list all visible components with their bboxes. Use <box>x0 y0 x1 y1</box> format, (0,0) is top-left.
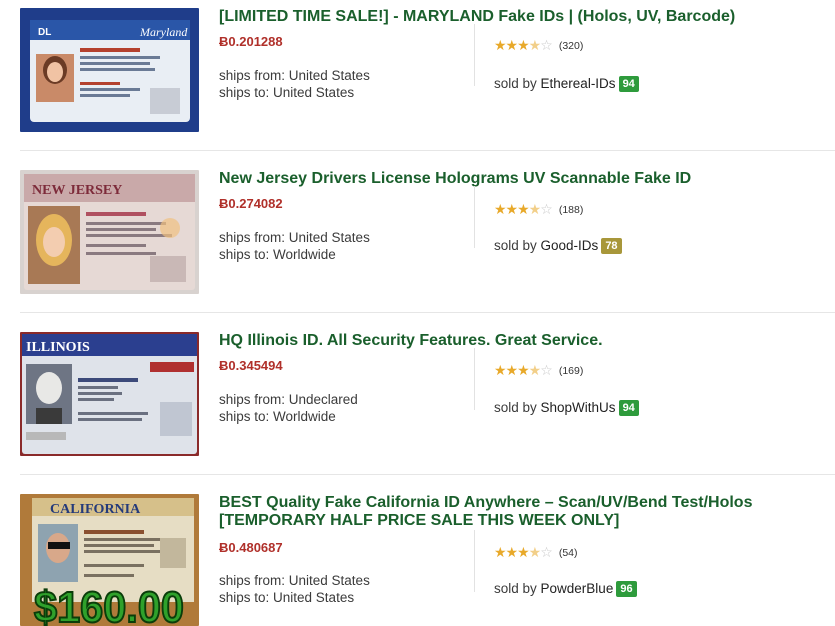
listing-price: Ƀ0.345494 <box>219 358 283 373</box>
listing-item: CALIFORNIA $160.00 BEST Quality Fake Cal… <box>0 486 835 626</box>
listing-title[interactable]: New Jersey Drivers License Holograms UV … <box>219 170 835 188</box>
listing-item: DL Maryland [LIMITED TIME SALE!] - MARYL… <box>0 0 835 162</box>
price-overlay-text: $160.00 <box>34 583 184 626</box>
vendor-link[interactable]: PowderBlue <box>541 581 614 596</box>
id-card-image: NEW JERSEY <box>20 170 199 294</box>
listing-image-illinois-id[interactable]: ILLINOIS <box>20 332 199 456</box>
id-card-label: DL <box>38 27 51 38</box>
ships-to: ships to: Worldwide <box>219 409 336 424</box>
review-count: (320) <box>558 40 584 52</box>
vendor-score-badge: 78 <box>601 238 622 254</box>
listing-price: Ƀ0.274082 <box>219 196 283 211</box>
review-count: (54) <box>558 547 578 559</box>
rating: ★★★★☆ (169) <box>494 363 583 379</box>
rating: ★★★★☆ (320) <box>494 38 583 54</box>
star-rating-icon: ★★★★☆ <box>494 37 553 53</box>
id-card-state: CALIFORNIA <box>50 502 141 517</box>
id-card-state: Maryland <box>139 25 188 39</box>
listing-price: Ƀ0.480687 <box>219 540 283 555</box>
listing-title[interactable]: [LIMITED TIME SALE!] - MARYLAND Fake IDs… <box>219 8 835 26</box>
ships-to: ships to: United States <box>219 590 355 605</box>
listing-image-california-id[interactable]: CALIFORNIA $160.00 <box>20 494 199 626</box>
vendor-link[interactable]: Good-IDs <box>541 238 599 253</box>
listing-title[interactable]: HQ Illinois ID. All Security Features. G… <box>219 332 835 350</box>
vendor-info: sold by PowderBlue 96 <box>494 580 637 598</box>
review-count: (188) <box>558 204 584 216</box>
listing-image-new-jersey-id[interactable]: NEW JERSEY <box>20 170 199 294</box>
star-rating-icon: ★★★★☆ <box>494 201 553 217</box>
id-card-image: DL Maryland <box>20 8 199 132</box>
vendor-score-badge: 96 <box>616 581 637 597</box>
id-card-image: ILLINOIS <box>20 332 199 456</box>
star-rating-icon: ★★★★☆ <box>494 362 553 378</box>
listing-divider <box>20 150 835 151</box>
vendor-info: sold by ShopWithUs 94 <box>494 399 639 417</box>
vendor-link[interactable]: ShopWithUs <box>541 400 616 415</box>
id-card-state: ILLINOIS <box>26 340 90 355</box>
ships-from: ships from: United States <box>219 68 370 83</box>
rating: ★★★★☆ (188) <box>494 202 583 218</box>
listing-image-maryland-id[interactable]: DL Maryland <box>20 8 199 132</box>
vendor-link[interactable]: Ethereal-IDs <box>541 76 616 91</box>
ships-to: ships to: United States <box>219 85 355 100</box>
vendor-score-badge: 94 <box>618 400 639 416</box>
id-card-image: CALIFORNIA $160.00 <box>20 494 199 626</box>
listing-item: NEW JERSEY New Jersey Drivers License Ho… <box>0 162 835 324</box>
id-card-state: NEW JERSEY <box>32 183 122 198</box>
column-divider <box>474 348 475 410</box>
column-divider <box>474 24 475 86</box>
review-count: (169) <box>558 365 584 377</box>
listing-divider <box>20 474 835 475</box>
column-divider <box>474 186 475 248</box>
sold-by-label: sold by <box>494 581 541 596</box>
ships-to: ships to: Worldwide <box>219 247 336 262</box>
listing-title[interactable]: BEST Quality Fake California ID Anywhere… <box>219 494 835 530</box>
vendor-info: sold by Good-IDs 78 <box>494 237 622 255</box>
star-rating-icon: ★★★★☆ <box>494 544 553 560</box>
ships-from: ships from: United States <box>219 230 370 245</box>
column-divider <box>474 530 475 592</box>
sold-by-label: sold by <box>494 400 541 415</box>
listing-price: Ƀ0.201288 <box>219 34 283 49</box>
ships-from: ships from: Undeclared <box>219 392 358 407</box>
ships-from: ships from: United States <box>219 573 370 588</box>
sold-by-label: sold by <box>494 76 541 91</box>
sold-by-label: sold by <box>494 238 541 253</box>
vendor-info: sold by Ethereal-IDs 94 <box>494 75 639 93</box>
rating: ★★★★☆ (54) <box>494 545 578 561</box>
listing-item: ILLINOIS HQ Illinois ID. All Security Fe… <box>0 324 835 486</box>
vendor-score-badge: 94 <box>618 76 639 92</box>
listing-divider <box>20 312 835 313</box>
